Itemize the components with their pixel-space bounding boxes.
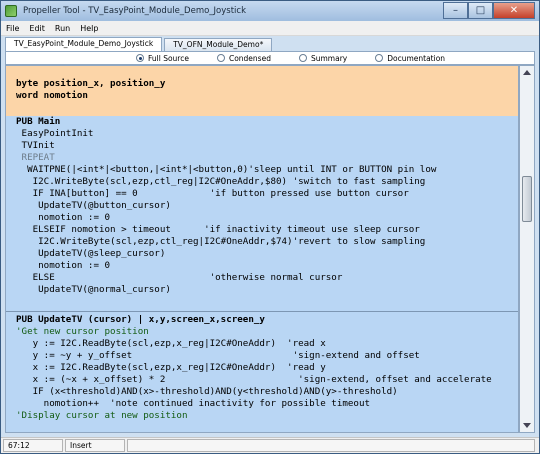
code-line: WAITPNE(|<int*|<button,|<int*|<button,0)… bbox=[16, 164, 437, 175]
status-bar: 67:12 Insert bbox=[1, 437, 539, 453]
code-line: y := I2C.ReadByte(scl,ezp,x_reg|I2C#OneA… bbox=[16, 338, 326, 349]
file-tabs: TV_EasyPoint_Module_Demo_Joystick TV_OFN… bbox=[5, 37, 535, 51]
status-message bbox=[127, 439, 535, 452]
code-line: REPEAT bbox=[16, 152, 55, 163]
view-condensed-label: Condensed bbox=[228, 53, 271, 63]
code-line: ELSE 'otherwise normal cursor bbox=[16, 272, 343, 283]
view-mode-bar: Full Source Condensed Summary Documentat… bbox=[5, 51, 535, 65]
var-block: byte position_x, position_y word nomotio… bbox=[6, 66, 518, 116]
view-documentation-label: Documentation bbox=[387, 53, 446, 63]
code-line: x := I2C.ReadByte(scl,ezp,x_reg|I2C#OneA… bbox=[16, 362, 326, 373]
pub-updatetv-block: PUB UpdateTV (cursor) | x,y,screen_x,scr… bbox=[6, 311, 518, 432]
maximize-button[interactable]: □ bbox=[468, 2, 493, 19]
window-controls: – □ ✕ bbox=[443, 2, 535, 19]
code-line: I2C.WriteByte(scl,ezp,ctl_reg|I2C#OneAdd… bbox=[16, 176, 426, 187]
code-line: IF INA[button] == 0 'if button pressed u… bbox=[16, 188, 409, 199]
code-line: nomotion := 0 bbox=[16, 260, 111, 271]
title-bar[interactable]: Propeller Tool - TV_EasyPoint_Module_Dem… bbox=[1, 1, 539, 21]
scroll-up-icon[interactable] bbox=[523, 70, 531, 75]
menu-edit[interactable]: Edit bbox=[24, 24, 50, 33]
radio-icon[interactable] bbox=[216, 54, 225, 62]
scroll-down-icon[interactable] bbox=[523, 423, 531, 428]
propeller-app-icon bbox=[5, 5, 17, 17]
view-summary-label: Summary bbox=[310, 53, 348, 63]
code-line: ELSEIF nomotion > timeout 'if inactivity… bbox=[16, 224, 420, 235]
code-line: IF (x<threshold)AND(x>-threshold)AND(y<t… bbox=[16, 386, 398, 397]
code-line: x := (~x + x_offset) * 2 'sign-extend, o… bbox=[16, 374, 492, 385]
tab-ofn-demo[interactable]: TV_OFN_Module_Demo* bbox=[164, 38, 273, 51]
cursor-position: 67:12 bbox=[3, 439, 63, 452]
view-documentation[interactable]: Documentation bbox=[375, 54, 445, 63]
vertical-scrollbar[interactable] bbox=[519, 65, 535, 433]
radio-selected-icon[interactable] bbox=[136, 54, 144, 62]
code-line: TVInit bbox=[16, 140, 55, 151]
view-condensed[interactable]: Condensed bbox=[216, 53, 271, 63]
tab-easypoint-demo[interactable]: TV_EasyPoint_Module_Demo_Joystick bbox=[5, 37, 163, 51]
code-line: y := ~y + y_offset 'sign-extend and offs… bbox=[16, 350, 420, 361]
menu-file[interactable]: File bbox=[1, 24, 24, 33]
radio-icon[interactable] bbox=[298, 54, 307, 62]
view-full-source[interactable]: Full Source bbox=[136, 54, 189, 63]
code-line: I2C.WriteByte(scl,ezp,ctl_reg|I2C#OneAdd… bbox=[16, 236, 426, 247]
minimize-button[interactable]: – bbox=[443, 2, 468, 19]
scroll-thumb[interactable] bbox=[522, 176, 532, 222]
code-line: 'Get new cursor position bbox=[16, 326, 149, 337]
pub-main-block: PUB Main EasyPointInit TVInit REPEAT WAI… bbox=[6, 116, 518, 311]
menu-help[interactable]: Help bbox=[75, 24, 103, 33]
code-line: UpdateTV(@sleep_cursor) bbox=[16, 248, 166, 259]
menu-bar: File Edit Run Help bbox=[1, 21, 539, 36]
view-full-source-label: Full Source bbox=[148, 53, 189, 63]
radio-icon[interactable] bbox=[375, 54, 384, 62]
code-line: PUB UpdateTV (cursor) | x,y,screen_x,scr… bbox=[16, 314, 265, 325]
app-window: Propeller Tool - TV_EasyPoint_Module_Dem… bbox=[0, 0, 540, 454]
code-line: nomotion++ 'note continued inactivity fo… bbox=[16, 398, 371, 409]
code-line: PUB Main bbox=[16, 116, 61, 127]
view-summary[interactable]: Summary bbox=[298, 53, 348, 63]
code-line: UpdateTV(@normal_cursor) bbox=[16, 284, 171, 295]
code-line: nomotion := 0 bbox=[16, 212, 111, 223]
edit-mode: Insert bbox=[65, 439, 125, 452]
window-title: Propeller Tool - TV_EasyPoint_Module_Dem… bbox=[23, 6, 247, 16]
menu-run[interactable]: Run bbox=[50, 24, 75, 33]
code-line: byte position_x, position_y bbox=[16, 78, 166, 89]
code-line: word nomotion bbox=[16, 90, 88, 101]
code-line: EasyPointInit bbox=[16, 128, 94, 139]
code-editor[interactable]: byte position_x, position_y word nomotio… bbox=[5, 65, 519, 433]
close-button[interactable]: ✕ bbox=[493, 2, 535, 19]
code-line: UpdateTV(@button_cursor) bbox=[16, 200, 171, 211]
code-line: 'Display cursor at new position bbox=[16, 410, 188, 421]
